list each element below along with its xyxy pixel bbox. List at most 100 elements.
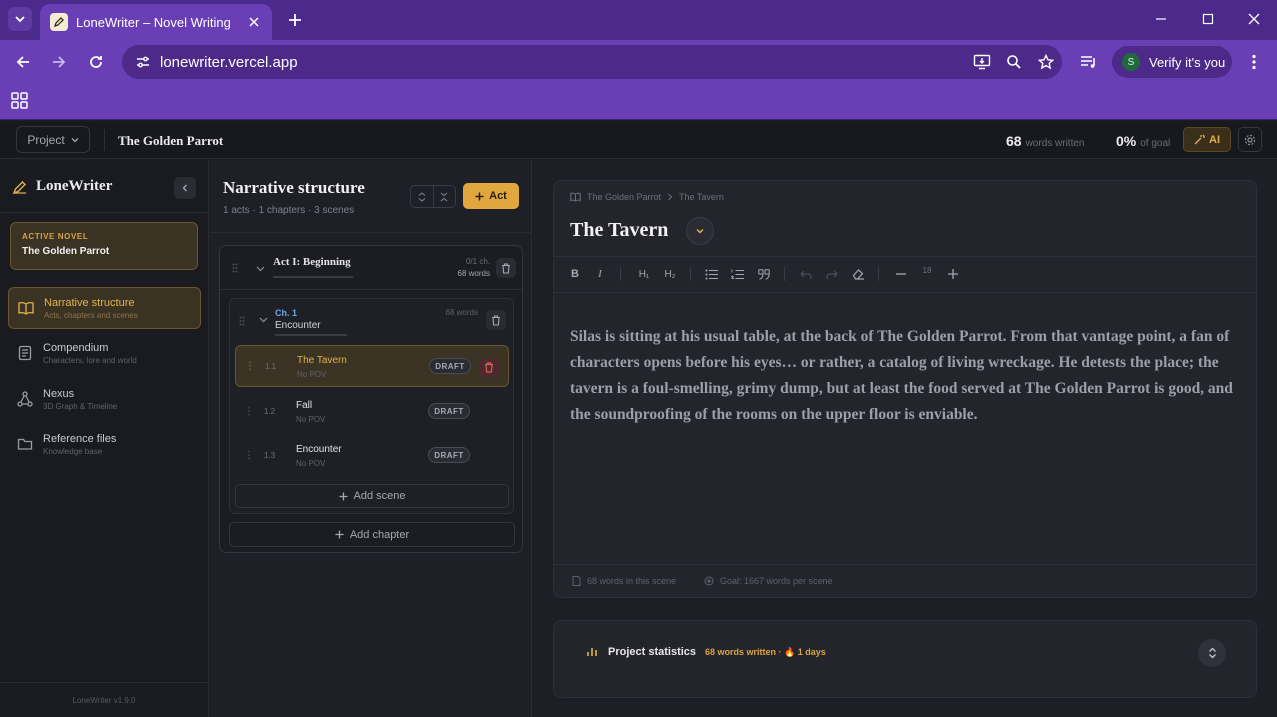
italic-button[interactable]: I: [590, 263, 610, 285]
back-button[interactable]: [12, 51, 34, 73]
close-window-button[interactable]: [1242, 8, 1266, 30]
heading-2-button[interactable]: H₂: [660, 263, 680, 285]
chevrons-up-down-icon: [1208, 647, 1216, 659]
pen-icon: [12, 180, 26, 194]
gear-icon: [1244, 134, 1256, 145]
maximize-button[interactable]: [1196, 8, 1220, 30]
chevron-down-icon[interactable]: [256, 264, 265, 273]
site-settings-icon[interactable]: [126, 54, 160, 70]
project-menu-button[interactable]: Project: [16, 126, 90, 153]
browser-menu-button[interactable]: [1243, 51, 1265, 73]
new-tab-button[interactable]: [284, 9, 306, 31]
divider: [210, 232, 531, 233]
blockquote-button[interactable]: [754, 263, 774, 285]
arrow-right-icon: [53, 56, 66, 68]
editor-card: The Golden Parrot The Tavern The Tavern …: [553, 180, 1257, 598]
clear-format-button[interactable]: [848, 263, 868, 285]
undo-button[interactable]: [796, 263, 816, 285]
scene-title: The Tavern: [297, 355, 347, 366]
scene-title-heading[interactable]: The Tavern: [570, 219, 668, 242]
collapse-sidebar-button[interactable]: [174, 177, 196, 199]
browser-tab-active[interactable]: LoneWriter – Novel Writing: [40, 4, 272, 40]
verify-label: Verify it's you: [1149, 54, 1226, 70]
sidebar-item-title: Nexus: [43, 387, 75, 400]
ai-button[interactable]: AI: [1183, 127, 1231, 152]
act-name[interactable]: Act I: Beginning: [273, 256, 351, 268]
star-icon[interactable]: [1030, 54, 1062, 70]
scene-number: 1.1: [265, 362, 277, 371]
decrease-font-button[interactable]: [891, 263, 911, 285]
address-bar[interactable]: lonewriter.vercel.app: [122, 45, 1062, 79]
active-novel-name: The Golden Parrot: [22, 246, 110, 257]
chevron-down-icon: [696, 228, 704, 234]
act-header[interactable]: Act I: Beginning 0/1 ch. 68 words: [220, 246, 522, 290]
reading-list-button[interactable]: [1078, 51, 1100, 73]
project-statistics-card[interactable]: Project statistics 68 words written · 🔥 …: [553, 620, 1257, 698]
toolbar-separator: [620, 267, 621, 281]
sidebar-item-subtitle: Acts, chapters and scenes: [44, 310, 138, 320]
bullet-list-button[interactable]: [701, 263, 721, 285]
close-tab-icon[interactable]: [246, 14, 262, 30]
chapter-number: Ch. 1: [275, 308, 298, 318]
increase-font-button[interactable]: [943, 263, 963, 285]
sidebar-item-subtitle: 3D Graph & Timeline: [43, 401, 118, 411]
delete-act-button[interactable]: [496, 258, 516, 278]
font-size-value: 18: [922, 265, 932, 275]
delete-scene-button[interactable]: [479, 357, 499, 377]
redo-button[interactable]: [822, 263, 842, 285]
scene-row[interactable]: 1.2 Fall No POV DRAFT: [235, 391, 509, 433]
expand-statistics-button[interactable]: [1198, 639, 1226, 667]
breadcrumb-novel[interactable]: The Golden Parrot: [587, 192, 661, 202]
editor-area: The Golden Parrot The Tavern The Tavern …: [533, 160, 1277, 717]
apps-grid-icon[interactable]: [11, 92, 28, 109]
scene-title: Encounter: [296, 444, 342, 455]
sidebar-item-nexus[interactable]: Nexus 3D Graph & Timeline: [8, 378, 201, 420]
add-scene-button[interactable]: Add scene: [235, 484, 509, 508]
drag-handle-icon[interactable]: [232, 263, 238, 273]
status-badge[interactable]: DRAFT: [429, 358, 471, 374]
sidebar-item-subtitle: Knowledge base: [43, 446, 103, 456]
bold-button[interactable]: B: [565, 263, 585, 285]
drag-handle-icon[interactable]: [247, 450, 251, 460]
profile-verify-button[interactable]: S Verify it's you: [1112, 46, 1232, 78]
tab-search-button[interactable]: [8, 7, 32, 31]
chevron-down-icon[interactable]: [259, 315, 268, 324]
active-novel-card[interactable]: ACTIVE NOVEL The Golden Parrot: [10, 222, 198, 270]
sidebar-item-compendium[interactable]: Compendium Characters, lore and world: [8, 332, 201, 374]
sidebar-item-subtitle: Characters, lore and world: [43, 355, 137, 365]
scene-row[interactable]: 1.1 The Tavern No POV DRAFT: [235, 345, 509, 387]
ai-label: AI: [1209, 133, 1220, 146]
collapse-all-button[interactable]: [434, 186, 456, 207]
numbered-list-button[interactable]: [727, 263, 747, 285]
scene-text-editor[interactable]: Silas is sitting at his usual table, at …: [570, 324, 1242, 428]
add-act-button[interactable]: Act: [463, 183, 519, 209]
sidebar-item-narrative-structure[interactable]: Narrative structure Acts, chapters and s…: [8, 287, 201, 329]
zoom-icon[interactable]: [998, 54, 1030, 70]
add-chapter-button[interactable]: Add chapter: [229, 522, 515, 547]
install-app-icon[interactable]: [966, 54, 998, 70]
heading-1-button[interactable]: H₁: [634, 263, 654, 285]
scene-words-text: 68 words in this scene: [587, 576, 677, 586]
breadcrumb-scene[interactable]: The Tavern: [679, 192, 724, 202]
toolbar-separator: [878, 267, 879, 281]
chapter-name[interactable]: Encounter: [275, 320, 321, 331]
minus-icon: [896, 273, 906, 275]
minimize-button[interactable]: [1149, 8, 1173, 30]
status-badge[interactable]: DRAFT: [428, 447, 470, 463]
add-scene-label: Add scene: [353, 490, 406, 502]
scene-options-button[interactable]: [686, 217, 714, 245]
sidebar-item-reference-files[interactable]: Reference files Knowledge base: [8, 423, 201, 465]
settings-button[interactable]: [1238, 127, 1262, 152]
plus-icon: [948, 269, 958, 279]
status-badge[interactable]: DRAFT: [428, 403, 470, 419]
expand-all-button[interactable]: [411, 186, 434, 207]
bar-chart-icon: [586, 645, 598, 657]
drag-handle-icon[interactable]: [248, 361, 252, 371]
act-meta: 0/1 ch. 68 words: [434, 256, 490, 280]
drag-handle-icon[interactable]: [239, 316, 245, 326]
drag-handle-icon[interactable]: [247, 406, 251, 416]
delete-chapter-button[interactable]: [486, 310, 506, 330]
forward-button[interactable]: [48, 51, 70, 73]
reload-button[interactable]: [85, 51, 107, 73]
scene-row[interactable]: 1.3 Encounter No POV DRAFT: [235, 435, 509, 477]
